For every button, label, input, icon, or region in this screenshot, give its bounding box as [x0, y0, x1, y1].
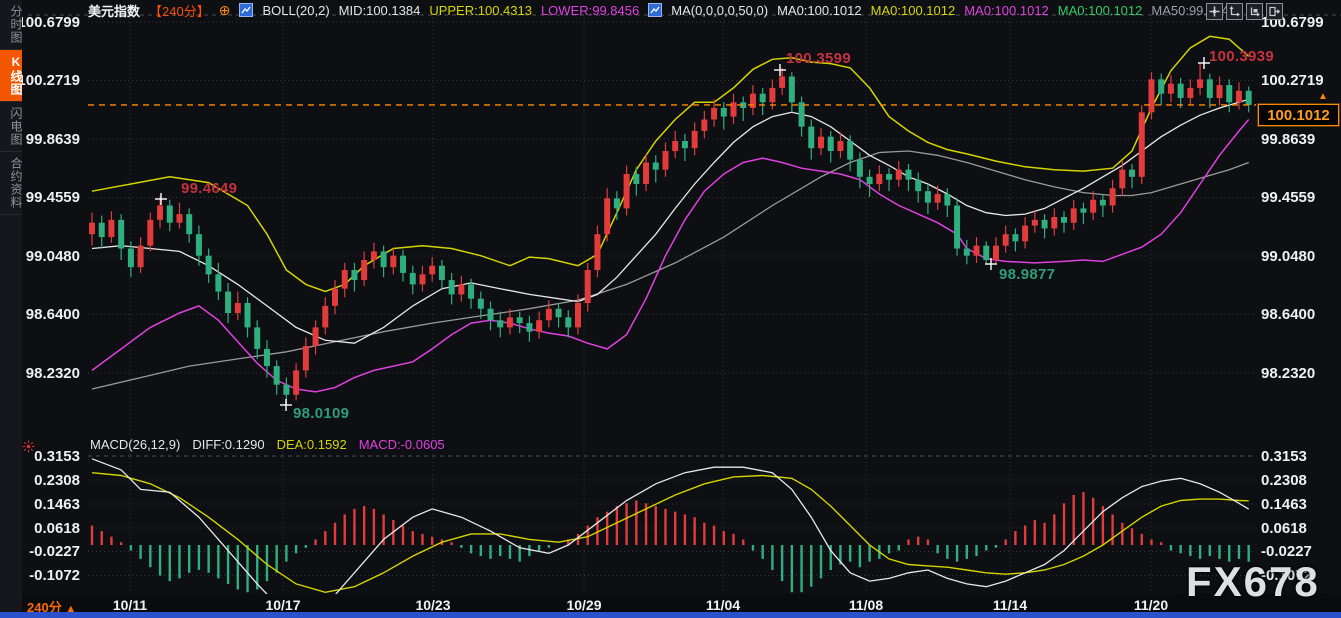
axis-zoom-icon[interactable] — [1226, 3, 1243, 20]
date-tick-label: 11/14 — [975, 597, 1045, 613]
price-annotation-low: 98.9877 — [999, 266, 1055, 283]
chart-type-icon — [648, 3, 662, 17]
macd-tick-label: 0.1463 — [1261, 496, 1341, 513]
axis-scale-icon[interactable] — [1246, 3, 1263, 20]
date-tick-label: 10/29 — [549, 597, 619, 613]
timeframe-label: 【240分】 — [149, 1, 210, 20]
price-annotation-high: 99.4649 — [181, 180, 237, 197]
exit-chart-icon[interactable] — [1266, 3, 1283, 20]
watermark: FX678 — [1186, 558, 1320, 606]
taskbar-strip — [0, 612, 1341, 618]
chart-type-icon — [239, 3, 253, 17]
date-tick-label: 11/08 — [831, 597, 901, 613]
ma0-value-1: MA0:100.1012 — [777, 3, 862, 18]
chart-toolbar — [1206, 3, 1283, 20]
sidebar-tab-contract-info[interactable]: 合约资料 — [0, 152, 22, 215]
date-tick-label: 10/17 — [248, 597, 318, 613]
ma0-value-3: MA0:100.1012 — [964, 3, 1049, 18]
boll-lower-value: LOWER:99.8456 — [541, 3, 639, 18]
price-tick-label: 99.0480 — [1261, 248, 1341, 265]
date-tick-label: 10/11 — [95, 597, 165, 613]
macd-dea-value: DEA:0.1592 — [277, 437, 347, 452]
boll-mid-value: MID:100.1384 — [339, 3, 421, 18]
last-price-tag: 100.1012 — [1258, 104, 1339, 126]
trading-terminal: 分时图 K线图 闪电图 合约资料 美元指数 【240分】 ⊕ BOLL(20,2… — [0, 0, 1341, 618]
boll-label: BOLL(20,2) — [262, 3, 329, 18]
macd-name: MACD(26,12,9) — [90, 437, 180, 452]
macd-legend: MACD(26,12,9) DIFF:0.1290 DEA:0.1592 MAC… — [90, 437, 445, 452]
price-annotation-high: 100.3939 — [1209, 48, 1274, 65]
date-tick-label: 10/23 — [398, 597, 468, 613]
price-tick-label: 98.2320 — [1261, 365, 1341, 382]
macd-tick-label: 0.0618 — [1261, 520, 1341, 537]
date-tick-label: 11/04 — [688, 597, 758, 613]
crosshair-icon[interactable]: ⊕ — [219, 3, 231, 17]
chart-canvas[interactable] — [0, 0, 1341, 618]
sidebar-tab-lightning-chart[interactable]: 闪电图 — [0, 102, 22, 152]
macd-value: MACD:-0.0605 — [359, 437, 445, 452]
ma0-value-4: MA0:100.1012 — [1058, 3, 1143, 18]
sidebar-tab-time-chart[interactable]: 分时图 — [0, 0, 22, 50]
ma-label: MA(0,0,0,0,50,0) — [671, 3, 768, 18]
sidebar: 分时图 K线图 闪电图 合约资料 — [0, 0, 22, 618]
indicator-legend: 美元指数 【240分】 ⊕ BOLL(20,2) MID:100.1384 UP… — [88, 0, 1236, 20]
date-tick-label: 11/20 — [1116, 597, 1186, 613]
pan-icon[interactable] — [1206, 3, 1223, 20]
price-annotation-low: 98.0109 — [293, 405, 349, 422]
price-tick-label: 99.8639 — [1261, 131, 1341, 148]
price-tick-label: 99.4559 — [1261, 189, 1341, 206]
sidebar-tab-kline-chart[interactable]: K线图 — [0, 50, 22, 102]
symbol-name: 美元指数 — [88, 1, 140, 20]
macd-diff-value: DIFF:0.1290 — [192, 437, 264, 452]
indicator-flare-icon[interactable] — [22, 440, 35, 458]
macd-tick-label: 0.2308 — [1261, 472, 1341, 489]
price-tick-label: 98.6400 — [1261, 306, 1341, 323]
boll-upper-value: UPPER:100.4313 — [429, 3, 532, 18]
price-tick-label: 100.2719 — [1261, 72, 1341, 89]
macd-tick-label: 0.3153 — [1261, 448, 1341, 465]
price-up-arrow-icon: ▲ — [1318, 91, 1328, 102]
ma0-value-2: MA0:100.1012 — [871, 3, 956, 18]
price-annotation-high: 100.3599 — [786, 50, 851, 67]
